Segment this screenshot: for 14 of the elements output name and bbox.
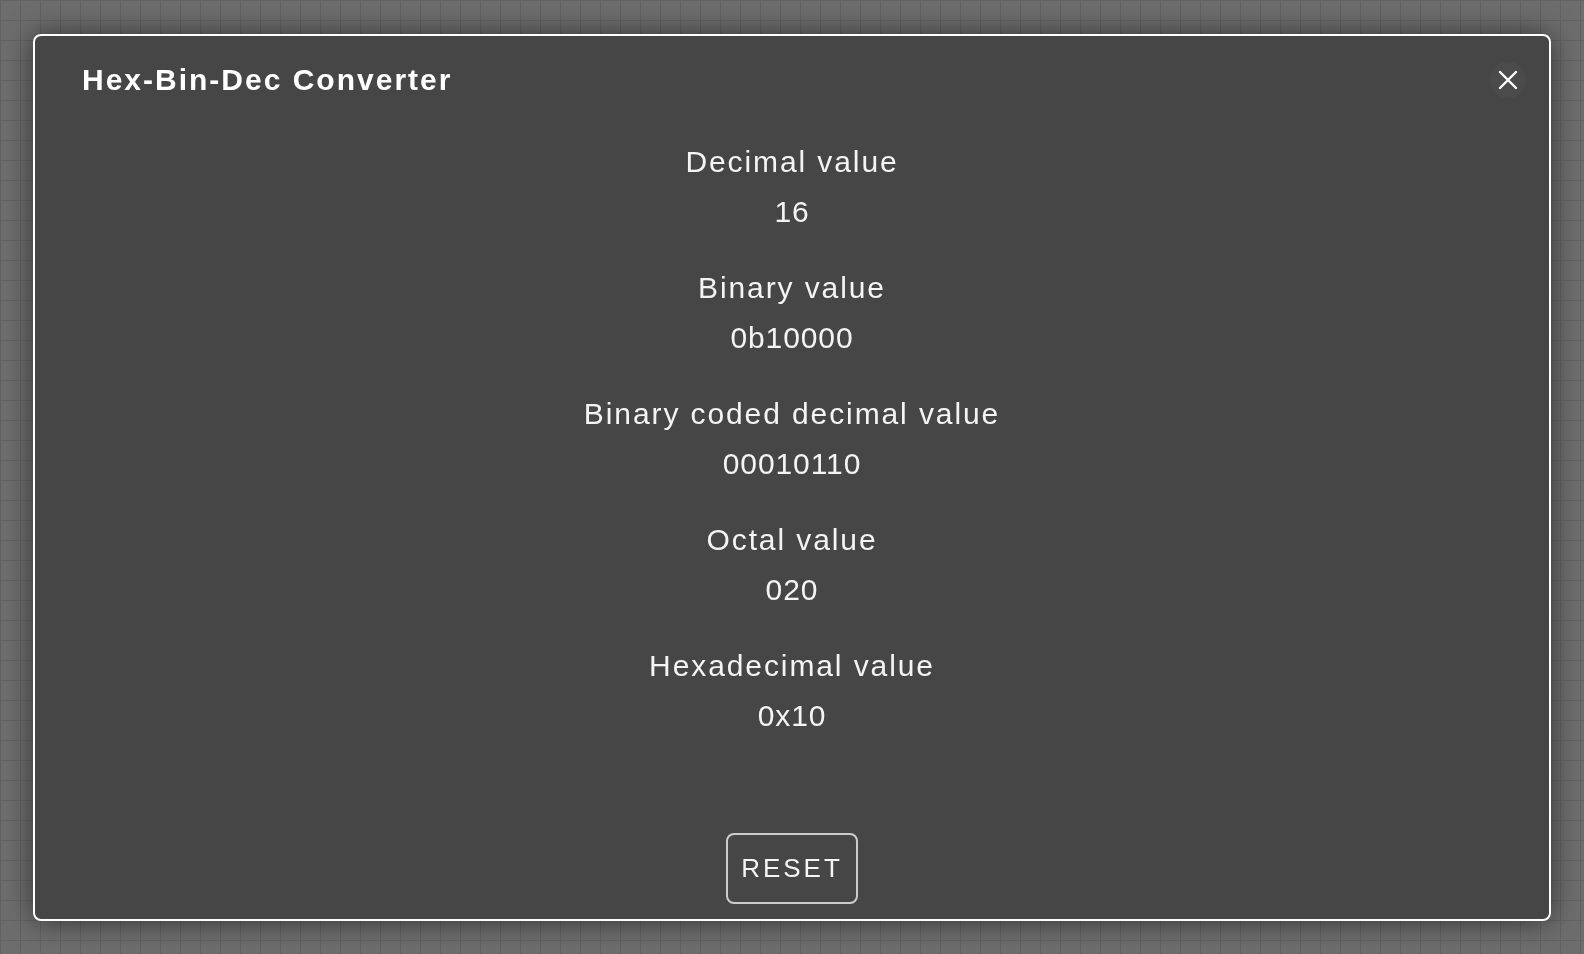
reset-button[interactable]: RESET (726, 833, 858, 904)
field-value: 00010110 (722, 446, 862, 482)
field-label: Decimal value (685, 144, 899, 180)
field-label: Binary coded decimal value (583, 396, 1001, 432)
dialog-title: Hex-Bin-Dec Converter (82, 62, 453, 98)
field-value: 020 (765, 572, 819, 608)
close-icon (1498, 70, 1518, 90)
close-button[interactable] (1490, 62, 1526, 98)
field-value: 0x10 (757, 698, 827, 734)
field-label: Hexadecimal value (649, 648, 935, 684)
field-label: Binary value (698, 270, 886, 306)
field-value: 16 (774, 194, 810, 230)
field-label: Octal value (706, 522, 878, 558)
field-value: 0b10000 (730, 320, 854, 356)
